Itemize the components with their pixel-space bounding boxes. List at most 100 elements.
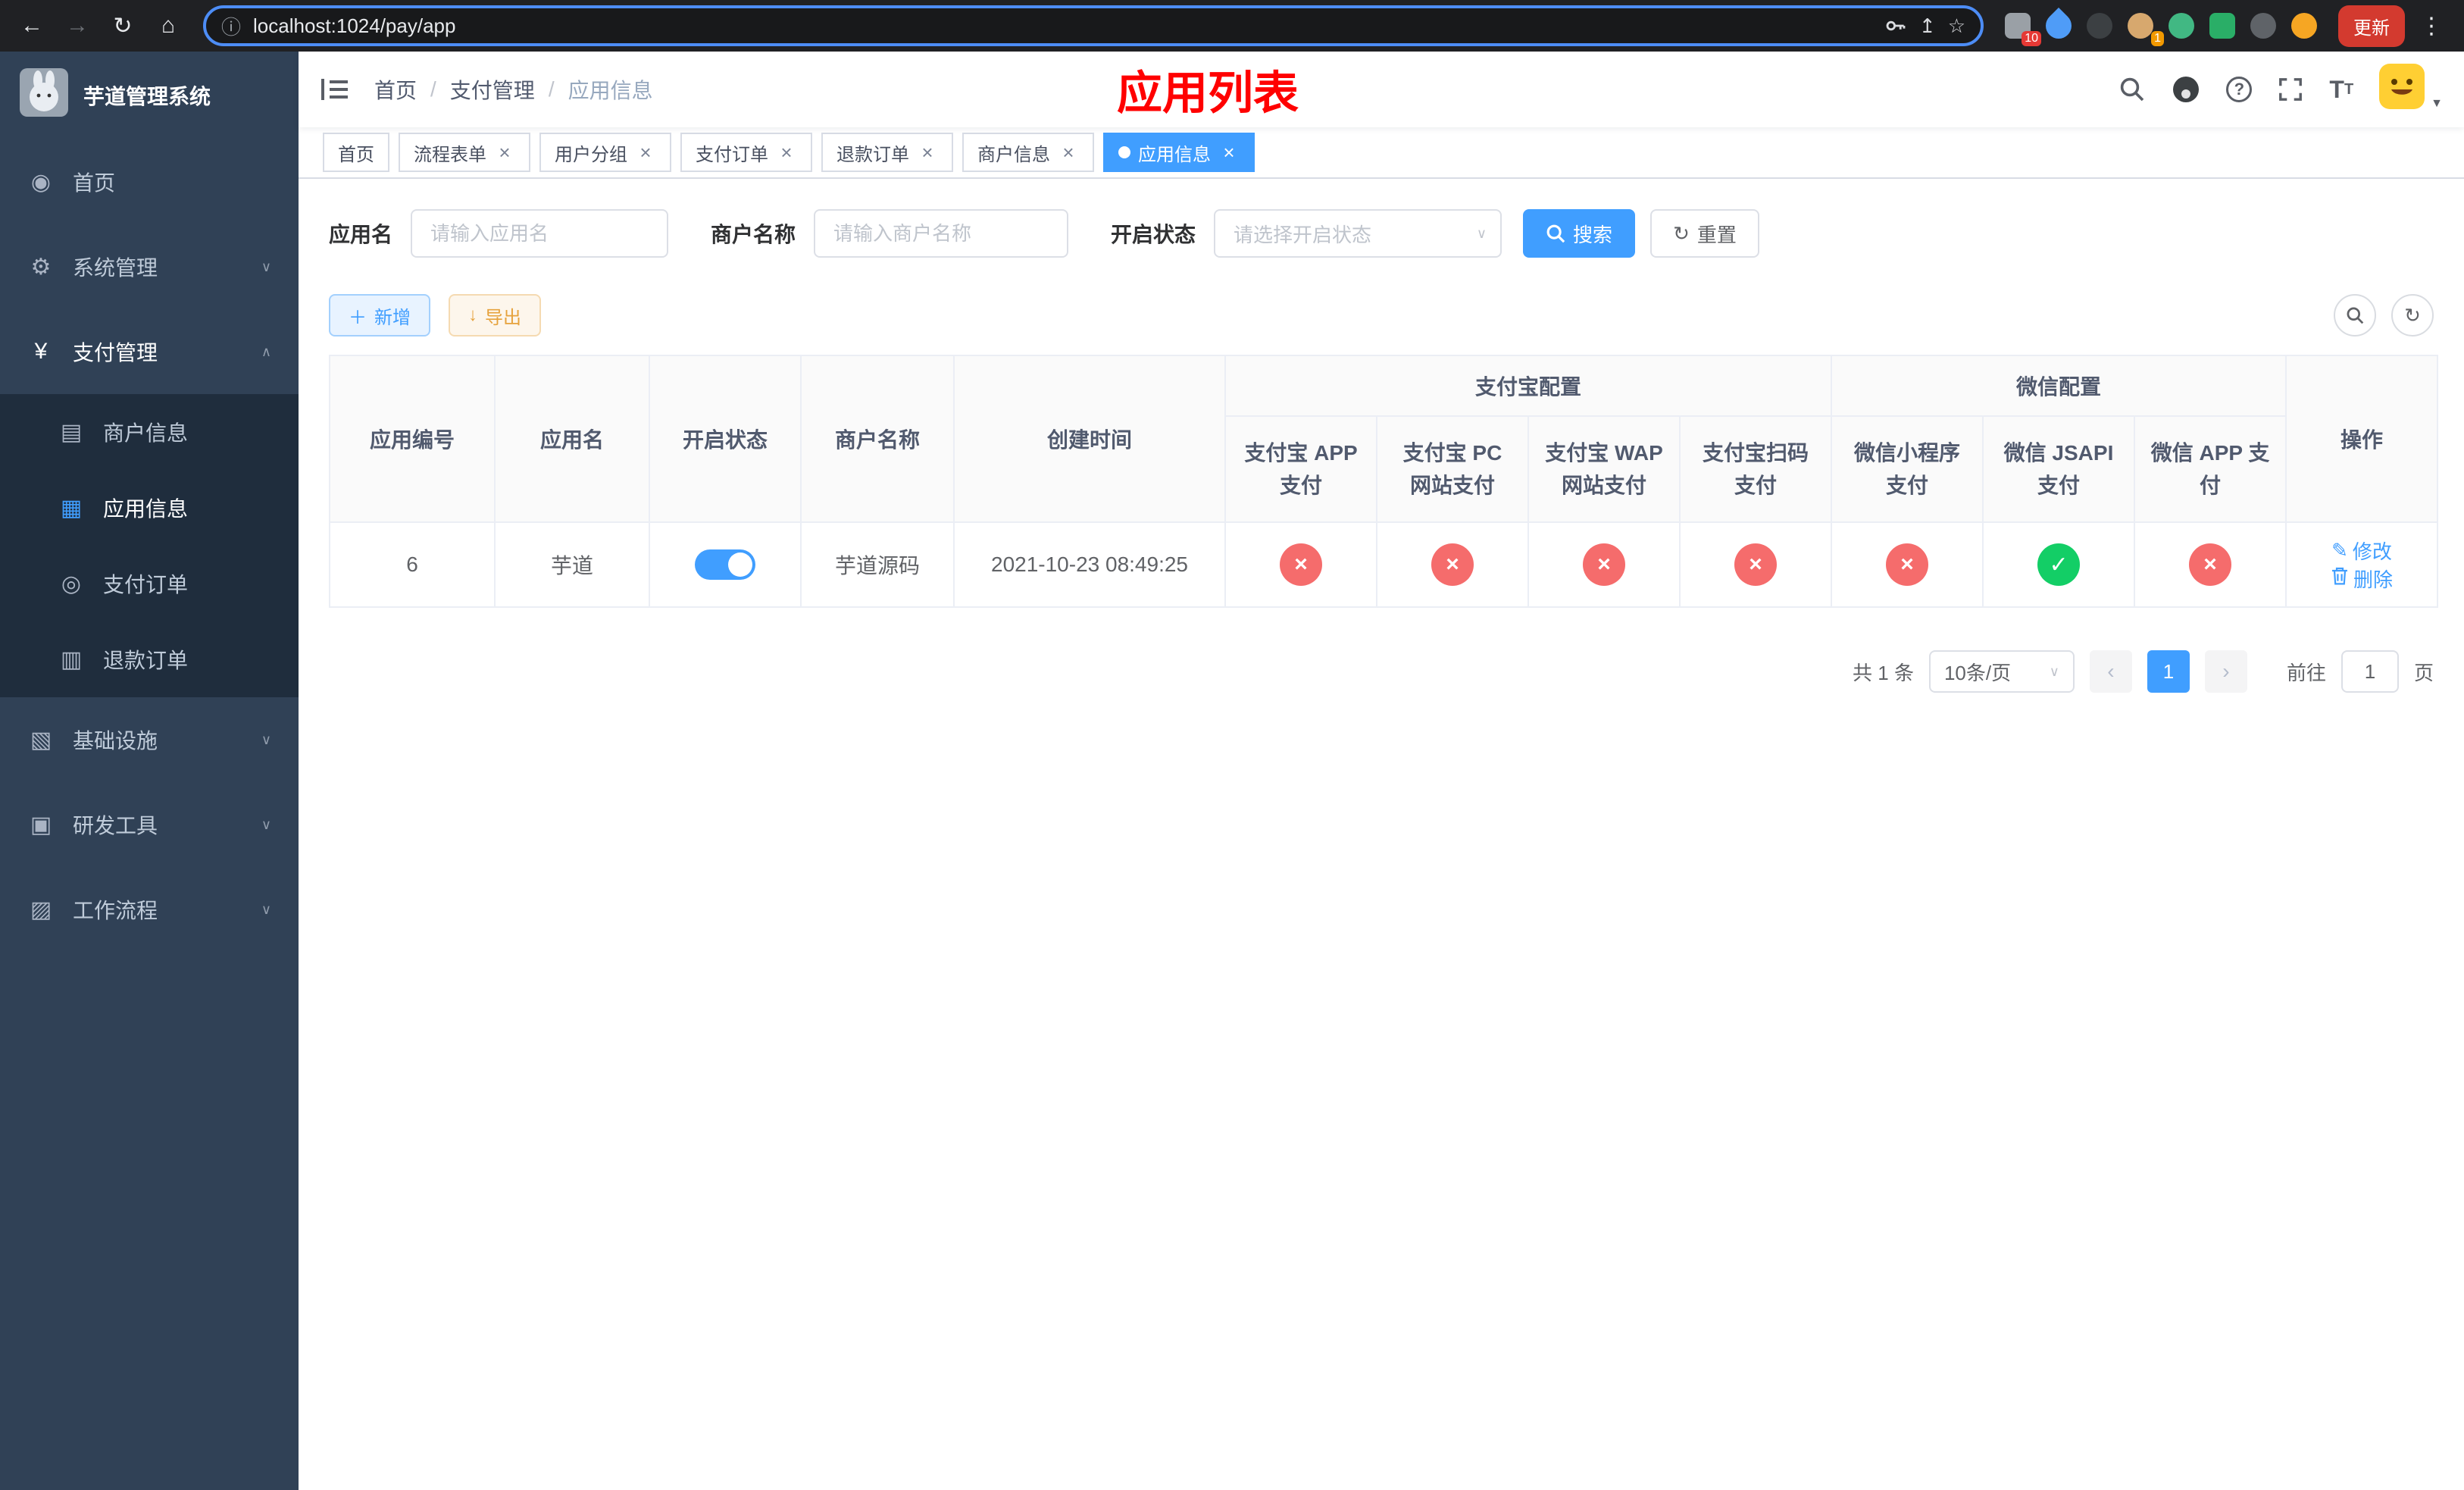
group-wechat-config: 微信配置 — [1831, 355, 2287, 417]
home-icon[interactable]: ⌂ — [149, 6, 188, 45]
password-key-icon[interactable] — [1884, 14, 1907, 37]
col-alipay-pc: 支付宝 PC 网站支付 — [1376, 415, 1529, 523]
col-created: 创建时间 — [953, 355, 1226, 523]
share-icon[interactable]: ↥ — [1919, 14, 1936, 38]
sidebar-item-refund-order[interactable]: ▥ 退款订单 — [0, 621, 299, 697]
tab-3[interactable]: 支付订单 × — [680, 133, 812, 172]
vue-devtools-icon[interactable] — [2169, 13, 2194, 39]
refresh-table-icon[interactable]: ↻ — [2391, 294, 2434, 337]
sidebar-item-system[interactable]: ⚙ 系统管理 ∨ — [0, 224, 299, 309]
puzzle-extension-icon[interactable] — [2250, 13, 2276, 39]
logo-row[interactable]: 芋道管理系统 — [0, 52, 299, 139]
cell-channel: × — [1678, 521, 1833, 608]
status-toggle[interactable] — [695, 549, 755, 580]
add-button[interactable]: ＋ 新增 — [329, 294, 430, 337]
table-body: 6 芋道 芋道源码 2021-10-23 08:49:25 × × × × × ✓ × ✎ 修改 删除 — [329, 521, 2439, 608]
page-number-button[interactable]: 1 — [2147, 650, 2190, 693]
check-circle-icon: ✓ — [2037, 543, 2081, 586]
search-icon[interactable] — [2118, 76, 2146, 103]
col-wechat-mini: 微信小程序支付 — [1831, 415, 1984, 523]
pagination: 共 1 条 10条/页 ∨ ‹ 1 › 前往 页 — [329, 650, 2434, 693]
site-info-icon[interactable]: ⓘ — [221, 12, 241, 40]
sidebar-item-home[interactable]: ◉ 首页 — [0, 139, 299, 224]
reload-icon[interactable]: ↻ — [103, 6, 142, 45]
sidebar-item-infrastructure[interactable]: ▧ 基础设施 ∨ — [0, 697, 299, 782]
tab-close-icon[interactable]: × — [1218, 141, 1240, 164]
active-tab-dot — [1118, 146, 1130, 158]
bookmark-star-icon[interactable]: ☆ — [1948, 14, 1965, 38]
col-alipay-wap: 支付宝 WAP 网站支付 — [1527, 415, 1681, 523]
emoji-extension-icon[interactable] — [2291, 13, 2317, 39]
tab-close-icon[interactable]: × — [776, 141, 797, 164]
tab-5[interactable]: 商户信息 × — [962, 133, 1094, 172]
chevron-down-icon: ∨ — [2049, 663, 2059, 679]
goto-page-input[interactable] — [2340, 650, 2399, 693]
chevron-down-icon: ▼ — [2431, 97, 2443, 110]
table-row: 6 芋道 芋道源码 2021-10-23 08:49:25 × × × × × ✓ × ✎ 修改 删除 — [329, 521, 2439, 608]
extension-badge: 1 — [2151, 31, 2164, 46]
tab-6[interactable]: 应用信息 × — [1103, 133, 1255, 172]
tab-close-icon[interactable]: × — [635, 141, 656, 164]
sidebar-item-pay-order[interactable]: ◎ 支付订单 — [0, 546, 299, 621]
search-button[interactable]: 搜索 — [1523, 209, 1636, 258]
status-select[interactable]: 请选择开启状态 ∨ — [1214, 209, 1502, 258]
user-avatar-menu[interactable]: ▼ — [2379, 64, 2443, 115]
sidebar-item-dev-tools[interactable]: ▣ 研发工具 ∨ — [0, 782, 299, 867]
drop-extension-icon[interactable] — [2040, 7, 2078, 45]
tab-2[interactable]: 用户分组 × — [539, 133, 671, 172]
avatar-extension-icon[interactable]: 1 — [2128, 13, 2164, 46]
app-window: 芋道管理系统 ◉ 首页 ⚙ 系统管理 ∨ ¥ 支付管理 ∧ ▤ 商户信息 ▦ 应用信息 ◎ 支付订单 ▥ 退款… — [0, 52, 2464, 1490]
url-text[interactable]: localhost:1024/pay/app — [253, 14, 1872, 38]
toggle-search-icon[interactable] — [2334, 294, 2376, 337]
avatar — [2379, 64, 2425, 115]
sidebar-item-app-info[interactable]: ▦ 应用信息 — [0, 470, 299, 546]
col-wechat-jsapi: 微信 JSAPI 支付 — [1982, 415, 2136, 523]
cell-actions: ✎ 修改 删除 — [2285, 521, 2439, 608]
browser-menu-icon[interactable]: ⋮ — [2411, 13, 2452, 39]
tab-close-icon[interactable]: × — [1058, 141, 1079, 164]
grid-extension-icon[interactable]: 10 — [2005, 13, 2041, 46]
back-icon[interactable]: ← — [12, 6, 52, 45]
delete-link[interactable]: 删除 — [2331, 565, 2393, 593]
cross-circle-icon: × — [1734, 543, 1777, 586]
col-alipay-app: 支付宝 APP 支付 — [1224, 415, 1377, 523]
export-button[interactable]: ↓ 导出 — [449, 294, 541, 337]
sidebar-item-merchant-info[interactable]: ▤ 商户信息 — [0, 394, 299, 470]
address-bar[interactable]: ⓘ localhost:1024/pay/app ↥ ☆ — [203, 5, 1984, 46]
breadcrumb-payment[interactable]: 支付管理 — [450, 74, 535, 105]
sidebar-item-label: 工作流程 — [73, 899, 158, 922]
browser-update-button[interactable]: 更新 — [2338, 5, 2405, 47]
sidebar-item-workflow[interactable]: ▨ 工作流程 ∨ — [0, 867, 299, 952]
help-icon[interactable]: ? — [2226, 77, 2253, 102]
tab-close-icon[interactable]: × — [917, 141, 938, 164]
fullscreen-icon[interactable] — [2278, 77, 2303, 102]
github-icon[interactable] — [2172, 75, 2200, 104]
col-app-name: 应用名 — [494, 355, 650, 523]
prev-page-button[interactable]: ‹ — [2089, 650, 2132, 693]
tab-0[interactable]: 首页 — [323, 133, 389, 172]
table-tools: ↻ — [2334, 294, 2434, 337]
tab-close-icon[interactable]: × — [494, 141, 515, 164]
workflow-icon: ▨ — [30, 897, 52, 922]
font-size-icon[interactable]: TT — [2329, 76, 2353, 104]
plus-icon: ＋ — [349, 307, 367, 328]
cell-channel: × — [1831, 521, 1984, 608]
dark-extension-icon[interactable] — [2087, 13, 2112, 39]
reset-button[interactable]: ↻ 重置 — [1650, 209, 1759, 258]
edit-link[interactable]: ✎ 修改 — [2331, 537, 2392, 565]
next-page-button[interactable]: › — [2204, 650, 2247, 693]
cell-created: 2021-10-23 08:49:25 — [953, 521, 1226, 608]
app-name-label: 应用名 — [329, 223, 393, 246]
cell-channel: × — [1376, 521, 1529, 608]
sidebar-item-payment[interactable]: ¥ 支付管理 ∧ — [0, 309, 299, 394]
app-name-input[interactable] — [411, 209, 669, 258]
forward-icon[interactable]: → — [58, 6, 97, 45]
collapse-sidebar-icon[interactable] — [320, 77, 350, 102]
tab-4[interactable]: 退款订单 × — [821, 133, 953, 172]
merchant-name-input[interactable] — [814, 209, 1069, 258]
tab-1[interactable]: 流程表单 × — [399, 133, 530, 172]
breadcrumb-home[interactable]: 首页 — [374, 74, 417, 105]
chat-extension-icon[interactable] — [2209, 13, 2235, 39]
page-size-select[interactable]: 10条/页 ∨ — [1928, 650, 2075, 693]
status-select-placeholder: 请选择开启状态 — [1234, 223, 1372, 246]
